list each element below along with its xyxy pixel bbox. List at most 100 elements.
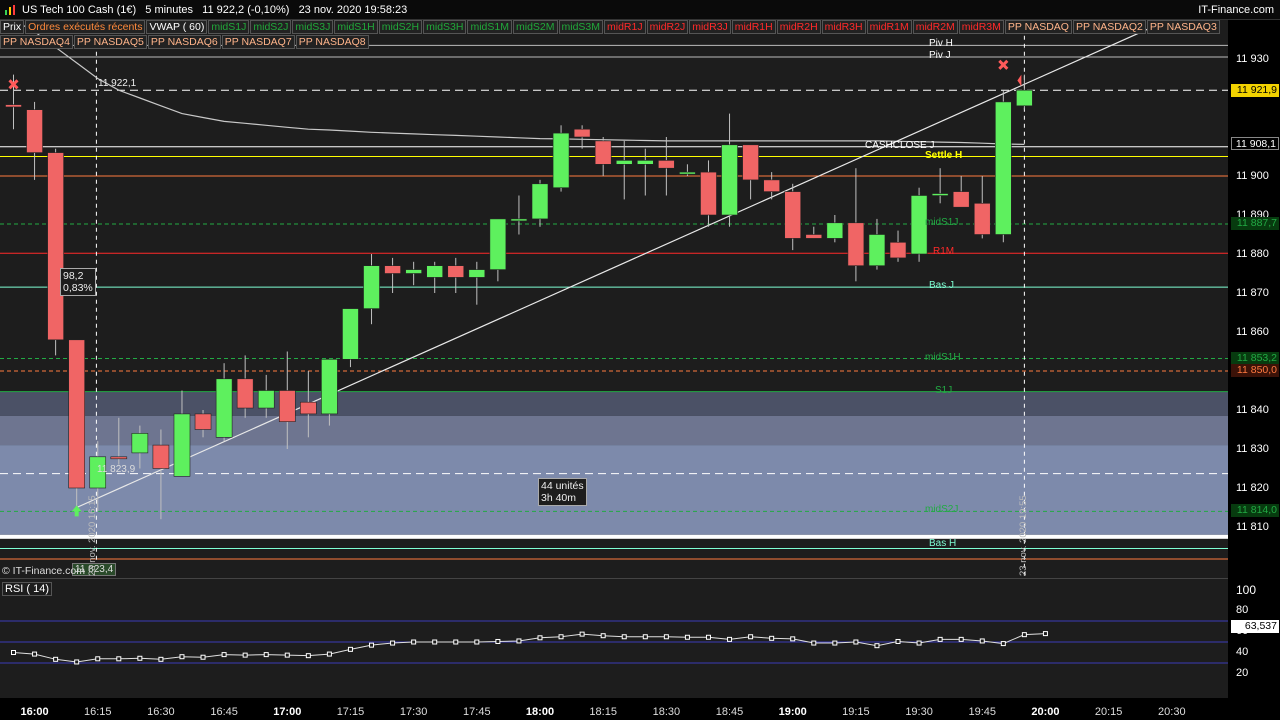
candle	[531, 179, 549, 227]
indicator-tag[interactable]: PP NASDAQ6	[147, 35, 221, 49]
measure-value: 98,2	[63, 270, 84, 282]
time-tick-label: 17:00	[273, 706, 302, 718]
price-box: 11 887,7	[1231, 216, 1279, 230]
price-chart-canvas[interactable]	[0, 20, 1228, 578]
indicator-tag[interactable]: midR3H	[821, 20, 866, 34]
candle-body	[700, 171, 717, 216]
rsi-point	[1000, 641, 1006, 647]
candle	[995, 90, 1012, 243]
time-tick-label: 18:45	[715, 706, 744, 718]
rsi-point	[74, 659, 80, 665]
indicator-tag[interactable]: midS3H	[423, 20, 467, 34]
candle-body	[742, 144, 759, 181]
level-label: midS2J	[925, 504, 959, 516]
candle-body	[215, 378, 233, 438]
candle	[468, 261, 486, 305]
indicator-tag[interactable]: PP NASDAQ	[1004, 20, 1072, 34]
rsi-point	[53, 656, 59, 662]
level-label: Bas J	[929, 280, 955, 292]
rsi-line	[13, 633, 1046, 663]
rsi-point	[621, 634, 627, 640]
price-box: 11 908,1	[1231, 137, 1279, 151]
rsi-point	[705, 634, 711, 640]
indicator-tag[interactable]: midS2M	[512, 20, 558, 34]
indicator-tag[interactable]: midR1M	[866, 20, 912, 34]
candle-body	[131, 433, 149, 454]
time-tick-label: 16:15	[83, 706, 112, 718]
rsi-point	[453, 639, 459, 645]
rsi-point	[1021, 632, 1027, 638]
indicator-tag[interactable]: PP NASDAQ8	[295, 35, 369, 49]
price-tick-label: 11 830	[1236, 443, 1269, 455]
rsi-panel[interactable]	[0, 578, 1228, 699]
time-tick-label: 18:00	[525, 706, 555, 718]
price-tick-label: 11 900	[1236, 170, 1269, 182]
indicator-tag[interactable]: midR2M	[912, 20, 958, 34]
indicator-tag[interactable]: midR3M	[958, 20, 1004, 34]
price-tick-label: 11 810	[1236, 521, 1269, 533]
rsi-point	[874, 643, 880, 649]
indicator-tag[interactable]: midS1H	[334, 20, 378, 34]
rsi-tick-label: 40	[1236, 645, 1249, 658]
indicator-tag[interactable]: PP NASDAQ7	[221, 35, 295, 49]
candle-body	[342, 308, 359, 360]
candle	[952, 176, 970, 208]
indicator-tag[interactable]: PP NASDAQ3	[1146, 20, 1220, 34]
indicator-tag[interactable]: midS1M	[467, 20, 512, 34]
rsi-point	[558, 634, 564, 640]
time-tick-label: 17:30	[399, 706, 428, 718]
indicator-tag[interactable]: midS3M	[558, 20, 604, 34]
price-tick-label: 11 860	[1236, 326, 1269, 338]
candle-body	[110, 456, 128, 460]
indicator-tag[interactable]: PP NASDAQ4	[0, 35, 73, 49]
candle	[552, 125, 570, 192]
candle-body	[5, 104, 22, 108]
time-tick-label: 16:45	[210, 706, 238, 718]
candle	[700, 160, 717, 227]
indicator-tag[interactable]: Ordres exécutés récents	[25, 20, 146, 34]
indicator-tag[interactable]: midR1J	[604, 20, 646, 34]
indicator-tag[interactable]: midS1J	[208, 20, 250, 34]
rsi-canvas[interactable]	[0, 579, 1228, 699]
candle	[658, 137, 675, 196]
measure-duration: 3h 40m	[541, 492, 577, 504]
candle-body	[995, 101, 1012, 235]
candle-body	[847, 222, 865, 267]
indicator-tag[interactable]: PP NASDAQ2	[1072, 20, 1146, 34]
rsi-point	[832, 640, 838, 646]
candle-body	[889, 242, 907, 259]
candle	[447, 257, 465, 293]
indicator-tag[interactable]: midS3J	[292, 20, 334, 34]
indicator-tag[interactable]: midR3J	[689, 20, 731, 34]
indicator-tag[interactable]: midR2H	[776, 20, 821, 34]
candle	[868, 218, 886, 270]
rsi-tick-label: 100	[1236, 582, 1257, 597]
price-tick-label: 11 930	[1236, 53, 1269, 65]
measure-units: 44 unités	[541, 480, 584, 492]
indicator-tag[interactable]: VWAP ( 60)	[146, 20, 208, 34]
candle	[384, 257, 401, 293]
indicator-tag[interactable]: midS2J	[250, 20, 292, 34]
indicator-tag[interactable]: Prix	[0, 20, 25, 34]
price-chart[interactable]	[0, 20, 1228, 578]
rsi-point	[326, 651, 332, 657]
time-tick-label: 20:15	[1094, 706, 1123, 718]
indicator-tag[interactable]: midR1H	[731, 20, 776, 34]
rsi-indicator-label[interactable]: RSI ( 14)	[2, 582, 53, 596]
indicator-tag[interactable]: PP NASDAQ5	[73, 35, 147, 49]
price-box: 11 814,0	[1231, 504, 1279, 518]
indicator-tag[interactable]: midR2J	[646, 20, 689, 34]
measure-percent: 0,83%	[63, 282, 93, 294]
measure-duration-box: 44 unités 3h 40m	[538, 478, 587, 506]
candle	[615, 140, 633, 200]
candle-body	[152, 444, 170, 469]
indicator-tag[interactable]: midS2H	[378, 20, 423, 34]
rsi-point	[811, 640, 817, 646]
price-box: 11 921,9	[1231, 83, 1279, 97]
candle-body	[489, 218, 507, 270]
level-label: Settle H	[925, 149, 963, 161]
candle	[805, 226, 823, 239]
time-axis[interactable]	[0, 698, 1280, 720]
time-tick-label: 19:15	[842, 706, 870, 718]
candle	[742, 144, 759, 200]
